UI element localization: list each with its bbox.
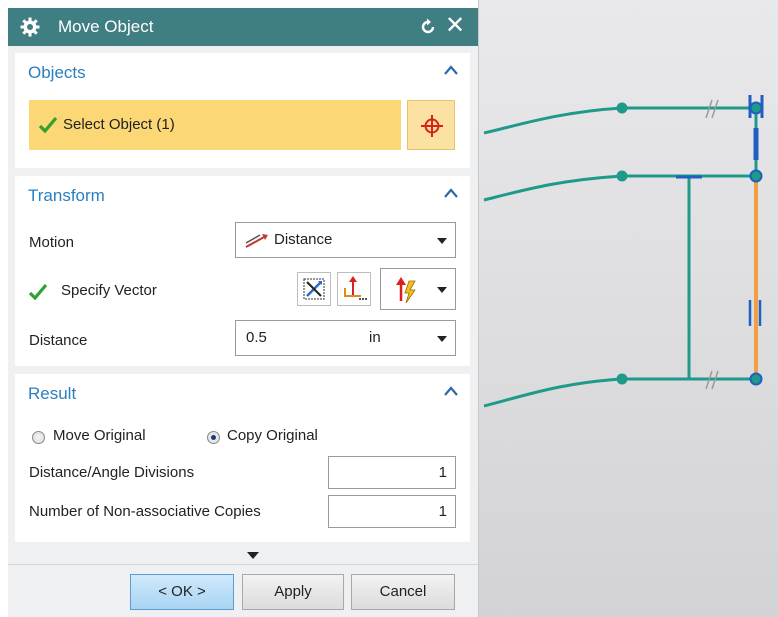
inferred-vector-icon [396, 277, 416, 304]
crosshair-icon [421, 115, 443, 137]
vector-dialog-icon [344, 276, 367, 300]
move-object-dialog: Move Object ✕ Objects Select Object (1) … [8, 8, 478, 617]
sketch-point [616, 373, 628, 385]
motion-dropdown[interactable]: Distance [235, 222, 456, 258]
motion-label: Motion [29, 234, 75, 251]
copy-original-label[interactable]: Copy Original [227, 427, 318, 444]
sketch-point [749, 372, 763, 386]
motion-value: Distance [274, 231, 333, 248]
chevron-up-icon[interactable] [443, 186, 459, 200]
vector-type-dropdown[interactable] [380, 268, 456, 310]
divider [8, 564, 478, 565]
sketch-point [616, 102, 628, 114]
reverse-direction-button[interactable] [297, 272, 331, 306]
distance-input[interactable]: 0.5 in [235, 320, 456, 356]
distance-value[interactable]: 0.5 [246, 329, 267, 346]
distance-unit[interactable]: in [369, 329, 381, 346]
expand-more-icon[interactable] [247, 552, 259, 559]
chevron-up-icon[interactable] [443, 63, 459, 77]
distance-label: Distance [29, 332, 88, 349]
copies-label: Number of Non-associative Copies [29, 503, 261, 520]
chevron-down-icon [437, 287, 447, 293]
gear-icon[interactable] [20, 17, 40, 37]
select-object-row[interactable]: Select Object (1) [29, 100, 401, 150]
divisions-label: Distance/Angle Divisions [29, 464, 195, 481]
sketch-point [749, 169, 763, 183]
chevron-up-icon[interactable] [443, 384, 459, 398]
copies-field[interactable]: 1 [328, 495, 456, 528]
specify-vector-label: Specify Vector [61, 282, 157, 299]
section-title-objects[interactable]: Objects [28, 63, 86, 83]
vector-dialog-button[interactable] [337, 272, 371, 306]
reset-icon[interactable] [418, 17, 438, 37]
chevron-down-icon[interactable] [437, 336, 447, 342]
check-icon [39, 117, 57, 133]
transform-section: Transform Motion Distance Specify Vector [15, 176, 470, 366]
close-icon[interactable]: ✕ [445, 14, 465, 38]
graphics-viewport[interactable] [478, 0, 778, 617]
distance-icon [245, 234, 268, 248]
reverse-direction-icon [303, 278, 325, 300]
copy-original-radio[interactable] [207, 431, 220, 444]
dialog-title: Move Object [58, 17, 154, 36]
select-object-button[interactable] [407, 100, 455, 150]
move-original-radio[interactable] [32, 431, 45, 444]
move-original-label[interactable]: Move Original [53, 427, 146, 444]
divisions-field[interactable]: 1 [328, 456, 456, 489]
dialog-titlebar[interactable]: Move Object ✕ [8, 8, 478, 46]
sketch-point [749, 101, 763, 115]
section-title-transform[interactable]: Transform [28, 186, 105, 206]
select-object-label: Select Object (1) [63, 116, 175, 133]
result-section: Result Move Original Copy Original Dista… [15, 374, 470, 542]
ok-button[interactable]: < OK > [130, 574, 234, 610]
chevron-down-icon [437, 238, 447, 244]
check-icon [29, 284, 47, 300]
sketch-geometry[interactable] [479, 0, 778, 617]
sketch-point [616, 170, 628, 182]
apply-button[interactable]: Apply [242, 574, 344, 610]
more-options-bar[interactable] [8, 546, 478, 566]
cancel-button[interactable]: Cancel [351, 574, 455, 610]
section-title-result[interactable]: Result [28, 384, 76, 404]
objects-section: Objects Select Object (1) [15, 53, 470, 168]
